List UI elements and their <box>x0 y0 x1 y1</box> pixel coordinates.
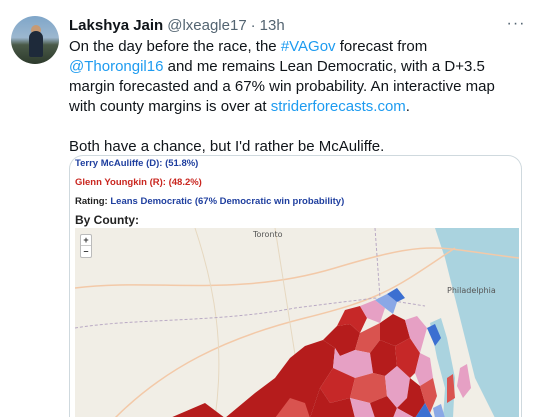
tweet-text: On the day before the race, the #VAGov f… <box>69 37 525 157</box>
text-segment: . <box>405 98 410 115</box>
city-label-toronto: Toronto <box>253 230 283 239</box>
road <box>194 228 220 417</box>
rating-value: Leans Democratic (67% Democratic win pro… <box>110 196 345 207</box>
city-label-philadelphia: Philadelphia <box>447 286 496 295</box>
more-options-icon[interactable]: ··· <box>504 15 528 35</box>
state-border <box>374 228 381 299</box>
dem-candidate-line: Terry McAuliffe (D): (51.8%) <box>75 158 199 169</box>
timestamp[interactable]: 13h <box>260 17 285 34</box>
mention-link[interactable]: @Thorongil16 <box>69 58 163 75</box>
avatar[interactable] <box>11 16 59 64</box>
zoom-out-button[interactable]: – <box>81 246 91 257</box>
zoom-control: + – <box>80 234 92 258</box>
rep-candidate-line: Glenn Youngkin (R): (48.2%) <box>75 177 202 188</box>
author-name[interactable]: Lakshya Jain <box>69 17 163 34</box>
rating-label: Rating: <box>75 196 111 207</box>
county-map[interactable]: Philadelphia Toronto + – <box>75 228 519 417</box>
author-handle[interactable]: @lxeagle17 <box>167 17 246 34</box>
virginia-counties[interactable] <box>170 288 471 417</box>
avatar-body <box>29 31 43 57</box>
tweet-header: Lakshya Jain @lxeagle17 · 13h <box>69 15 285 35</box>
text-segment: On the day before the race, the <box>69 38 281 55</box>
tweet-paragraph-1: On the day before the race, the #VAGov f… <box>69 37 525 117</box>
rating-line: Rating: Leans Democratic (67% Democratic… <box>75 196 344 207</box>
tweet[interactable]: Lakshya Jain @lxeagle17 · 13h ··· On the… <box>0 0 540 417</box>
text-segment: forecast from <box>335 38 428 55</box>
hashtag-link[interactable]: #VAGov <box>281 38 336 55</box>
county-lean-d[interactable] <box>457 364 471 398</box>
separator-dot: · <box>250 16 256 34</box>
media-image[interactable]: Terry McAuliffe (D): (51.8%) Glenn Young… <box>69 155 522 417</box>
zoom-in-button[interactable]: + <box>81 235 91 246</box>
tweet-paragraph-2: Both have a chance, but I'd rather be Mc… <box>69 138 385 155</box>
county-likely-d[interactable] <box>433 404 445 417</box>
url-link[interactable]: striderforecasts.com <box>271 98 406 115</box>
map-canvas <box>75 228 519 417</box>
by-county-heading: By County: <box>75 213 139 227</box>
